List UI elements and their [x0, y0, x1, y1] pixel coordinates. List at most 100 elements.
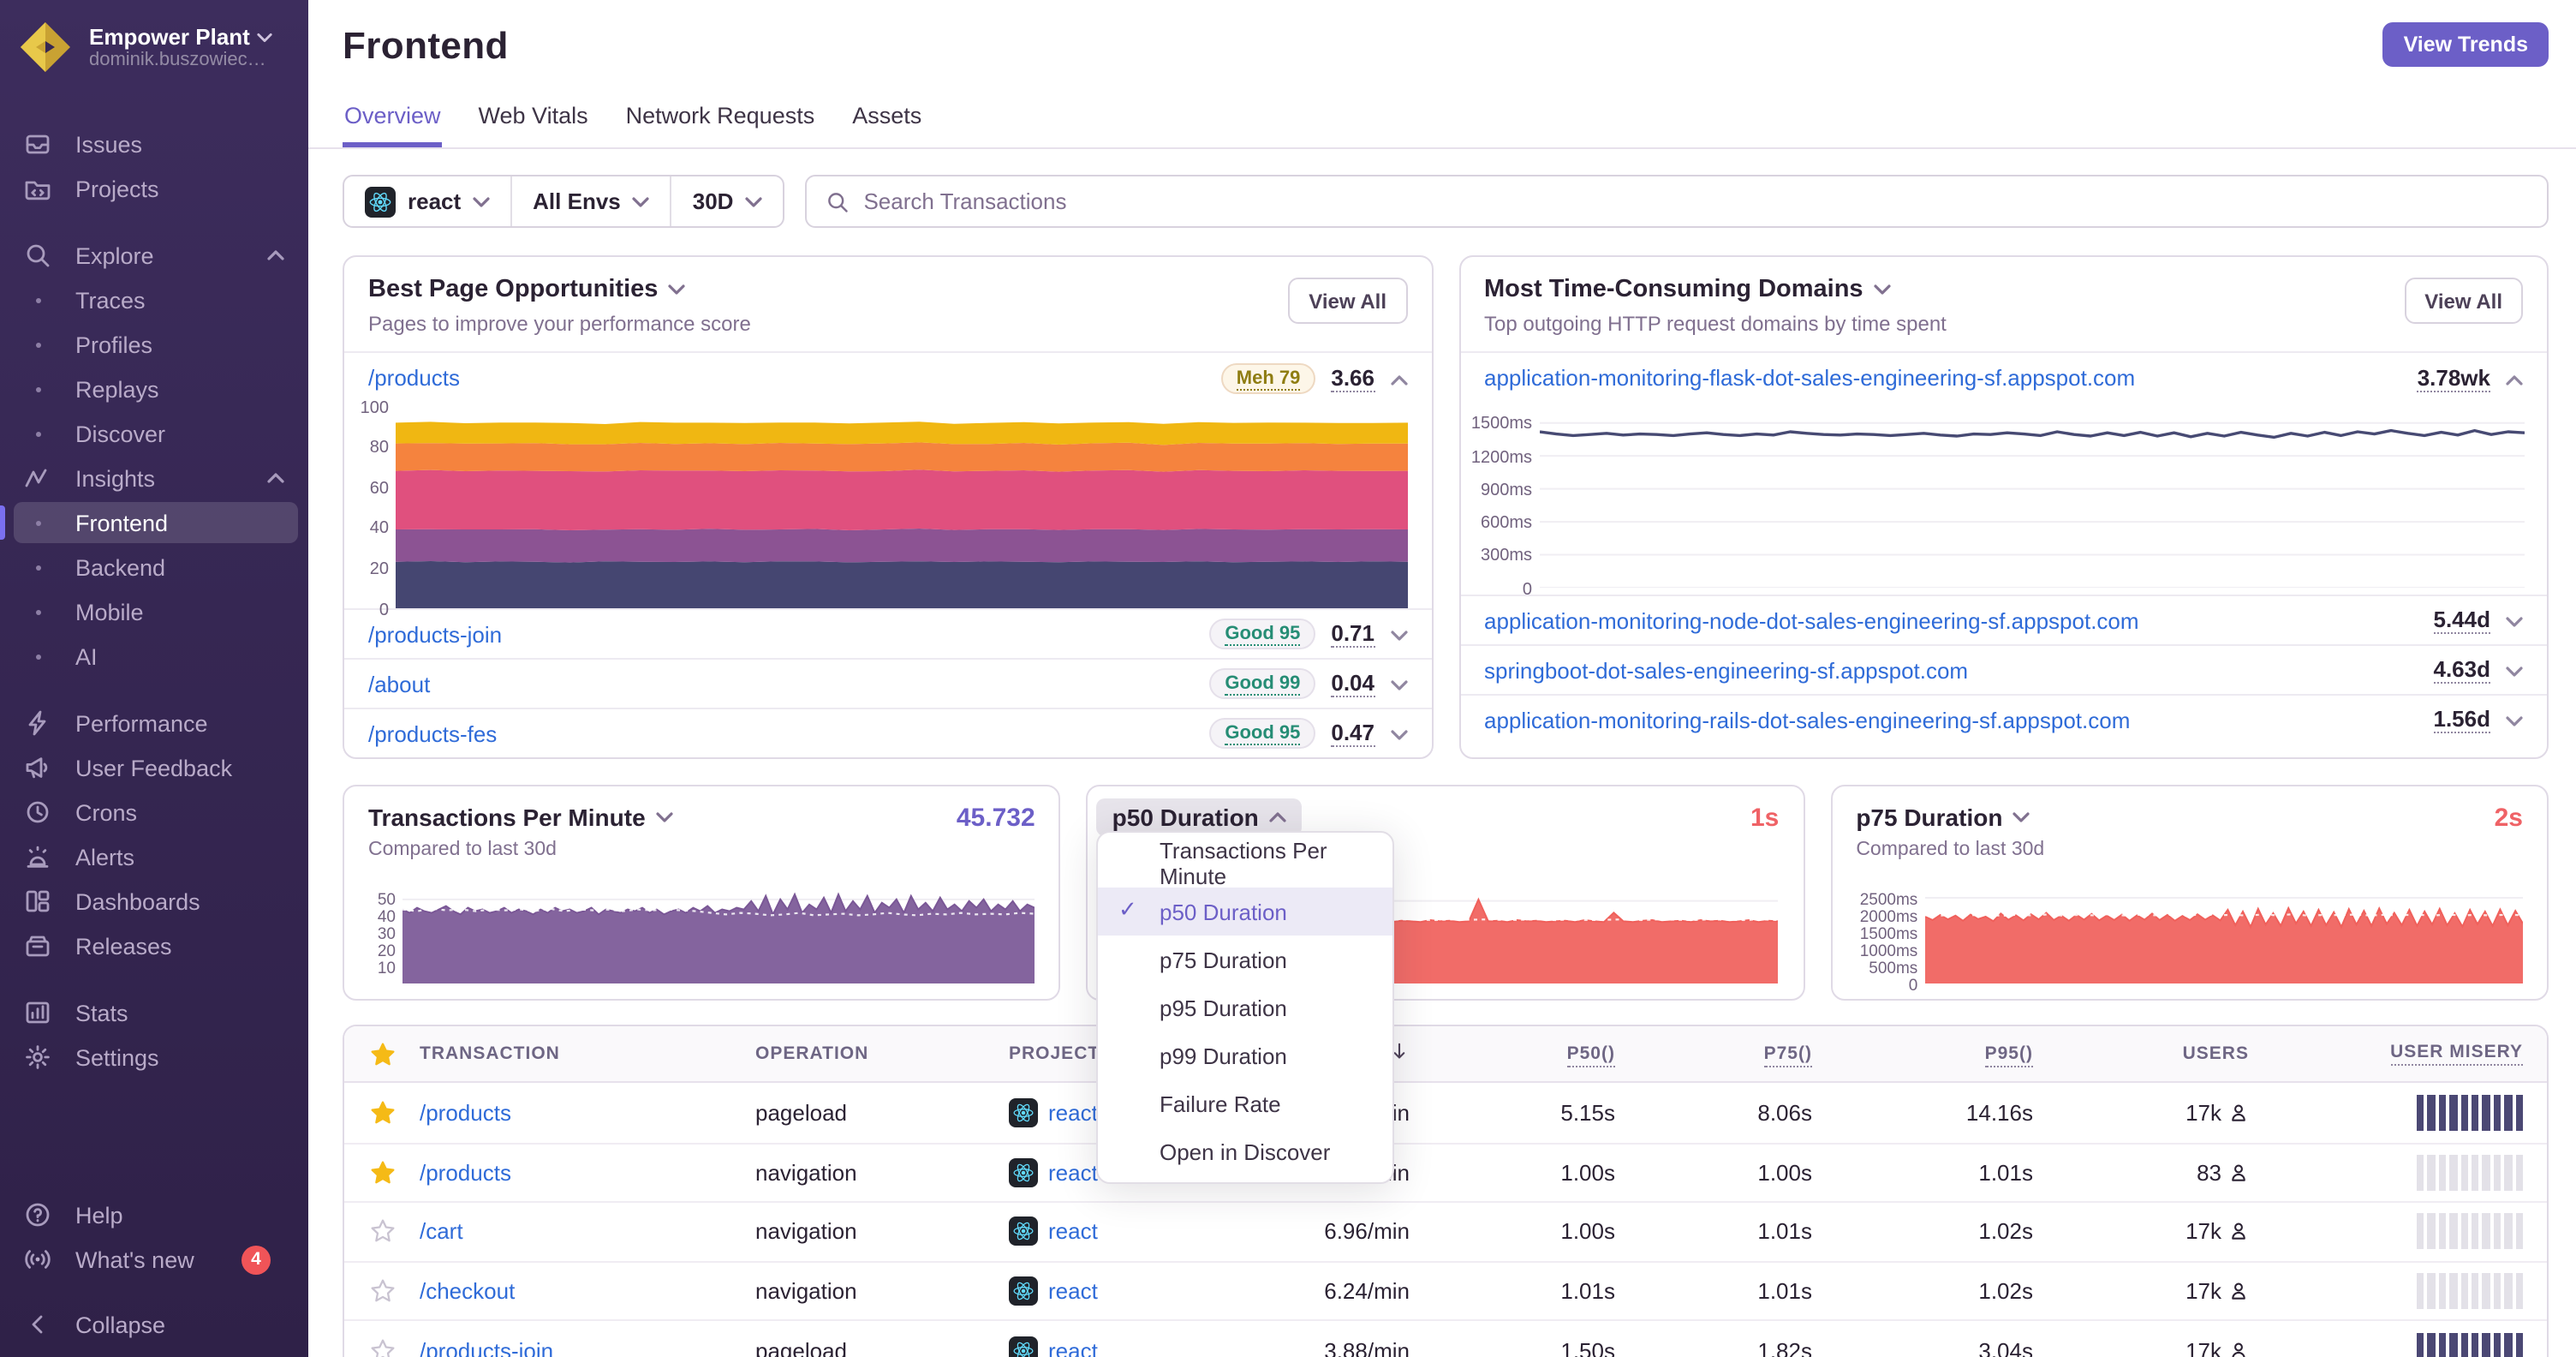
row-link[interactable]: /about	[368, 671, 1192, 696]
row-link[interactable]: /products-fes	[368, 720, 1192, 746]
sidebar-item-collapse[interactable]: Collapse	[0, 1302, 308, 1347]
column-header-users[interactable]: USERS	[2050, 1043, 2266, 1064]
chevron-up-icon	[267, 250, 284, 260]
sidebar-item-profiles[interactable]: Profiles	[0, 322, 308, 367]
project-link[interactable]: react	[1048, 1219, 1098, 1245]
org-logo	[17, 19, 74, 75]
sidebar-item-backend[interactable]: Backend	[0, 545, 308, 589]
transaction-link[interactable]: /products	[420, 1100, 511, 1126]
transaction-link[interactable]: /checkout	[420, 1278, 515, 1304]
tab-overview[interactable]: Overview	[343, 103, 443, 147]
page-row[interactable]: /products-fes Good 95 0.47	[344, 708, 1431, 757]
sidebar-item-replays[interactable]: Replays	[0, 367, 308, 411]
tab-assets[interactable]: Assets	[850, 103, 923, 147]
view-all-button[interactable]: View All	[2404, 278, 2523, 324]
column-header-operation[interactable]: OPERATION	[755, 1043, 1009, 1064]
sidebar-item-user-feedback[interactable]: User Feedback	[0, 745, 308, 790]
sidebar-item-stats[interactable]: Stats	[0, 990, 308, 1035]
domain-row-expanded[interactable]: application-monitoring-flask-dot-sales-e…	[1460, 353, 2547, 403]
domain-link[interactable]: application-monitoring-flask-dot-sales-e…	[1484, 365, 2400, 391]
star-icon[interactable]	[369, 1100, 395, 1126]
chevron-up-icon[interactable]	[2506, 362, 2523, 393]
p75-metric-selector[interactable]: p75 Duration	[1856, 804, 2030, 831]
sidebar-item-ai[interactable]: AI	[0, 634, 308, 678]
project-link[interactable]: react	[1048, 1337, 1098, 1357]
column-header-p95[interactable]: P95()	[1829, 1043, 2050, 1067]
sidebar-item-traces[interactable]: Traces	[0, 278, 308, 322]
domain-row[interactable]: application-monitoring-node-dot-sales-en…	[1460, 595, 2547, 644]
star-icon[interactable]	[369, 1041, 395, 1067]
chevron-down-icon[interactable]	[1390, 619, 1407, 649]
sidebar-item-alerts[interactable]: Alerts	[0, 834, 308, 879]
view-trends-button[interactable]: View Trends	[2382, 22, 2549, 67]
menu-item-p75-duration[interactable]: p75 Duration	[1098, 936, 1392, 983]
collapse-icon	[32, 1315, 43, 1334]
sidebar-item-releases[interactable]: Releases	[0, 924, 308, 968]
star-icon[interactable]	[369, 1160, 395, 1186]
menu-item-transactions-per-minute[interactable]: Transactions Per Minute	[1098, 838, 1392, 889]
panel-title[interactable]: Best Page Opportunities	[368, 276, 1407, 303]
tab-web-vitals[interactable]: Web Vitals	[477, 103, 590, 147]
chevron-down-icon[interactable]	[2506, 605, 2523, 636]
column-header-star[interactable]	[344, 1041, 420, 1067]
star-icon[interactable]	[369, 1278, 395, 1304]
page-row[interactable]: /about Good 99 0.04	[344, 658, 1431, 708]
sidebar-item-mobile[interactable]: Mobile	[0, 589, 308, 634]
project-filter[interactable]: react	[344, 176, 510, 226]
env-filter[interactable]: All Envs	[510, 176, 671, 226]
sidebar-item-help[interactable]: Help	[0, 1193, 308, 1237]
domain-row[interactable]: springboot-dot-sales-engineering-sf.apps…	[1460, 644, 2547, 694]
sidebar-item-performance[interactable]: Performance	[0, 701, 308, 745]
domain-time-chart: 0 300ms 600ms 900ms 1200ms 1500ms	[1460, 415, 2524, 599]
tab-network-requests[interactable]: Network Requests	[624, 103, 817, 147]
page-link[interactable]: /products	[368, 365, 1204, 391]
row-link[interactable]: /products-join	[368, 621, 1192, 647]
sidebar-item-dashboards[interactable]: Dashboards	[0, 879, 308, 924]
chevron-up-icon[interactable]	[1390, 362, 1407, 393]
menu-item-open-in-discover[interactable]: Open in Discover	[1098, 1127, 1392, 1175]
star-icon[interactable]	[369, 1219, 395, 1245]
project-link[interactable]: react	[1048, 1160, 1098, 1186]
star-icon[interactable]	[369, 1337, 395, 1357]
sidebar-item-issues[interactable]: Issues	[0, 122, 308, 166]
sidebar-item-insights[interactable]: Insights	[0, 456, 308, 500]
menu-item-p99-duration[interactable]: p99 Duration	[1098, 1031, 1392, 1079]
sidebar-item-what-s-new[interactable]: What's new 4	[0, 1237, 308, 1282]
project-link[interactable]: react	[1048, 1100, 1098, 1126]
menu-item-failure-rate[interactable]: Failure Rate	[1098, 1079, 1392, 1127]
column-header-transaction[interactable]: TRANSACTION	[420, 1043, 755, 1064]
panel-title[interactable]: Most Time-Consuming Domains	[1484, 276, 2523, 303]
sidebar-item-crons[interactable]: Crons	[0, 790, 308, 834]
transaction-link[interactable]: /products-join	[420, 1337, 553, 1357]
page-row[interactable]: /products-join Good 95 0.71	[344, 608, 1431, 658]
sidebar-item-settings[interactable]: Settings	[0, 1035, 308, 1079]
tpm-metric-selector[interactable]: Transactions Per Minute	[368, 804, 673, 831]
row-link[interactable]: application-monitoring-rails-dot-sales-e…	[1484, 707, 2417, 732]
sidebar-item-discover[interactable]: Discover	[0, 411, 308, 456]
view-all-button[interactable]: View All	[1288, 278, 1407, 324]
menu-item-p95-duration[interactable]: p95 Duration	[1098, 983, 1392, 1031]
column-header-p75[interactable]: P75()	[1632, 1043, 1829, 1067]
chevron-down-icon[interactable]	[1390, 668, 1407, 699]
domain-row[interactable]: application-monitoring-rails-dot-sales-e…	[1460, 694, 2547, 744]
row-link[interactable]: springboot-dot-sales-engineering-sf.apps…	[1484, 657, 2417, 683]
transaction-link[interactable]: /products	[420, 1160, 511, 1186]
org-switcher[interactable]: Empower Plant dominik.buszowiec…	[0, 0, 308, 99]
chevron-down-icon[interactable]	[1390, 718, 1407, 749]
chevron-down-icon[interactable]	[2506, 655, 2523, 685]
sidebar-item-projects[interactable]: Projects	[0, 166, 308, 211]
search-input[interactable]	[863, 188, 2528, 214]
transaction-link[interactable]: /cart	[420, 1219, 463, 1245]
column-header-misery[interactable]: USER MISERY	[2266, 1042, 2547, 1066]
column-header-p50[interactable]: P50()	[1427, 1043, 1632, 1067]
row-link[interactable]: application-monitoring-node-dot-sales-en…	[1484, 607, 2417, 633]
chevron-down-icon[interactable]	[2506, 704, 2523, 735]
sidebar-item-frontend[interactable]: Frontend	[0, 500, 308, 545]
project-link[interactable]: react	[1048, 1278, 1098, 1304]
user-misery-bars	[2266, 1154, 2547, 1191]
sidebar-item-explore[interactable]: Explore	[0, 233, 308, 278]
date-range-filter[interactable]: 30D	[670, 176, 784, 226]
page-row-expanded[interactable]: /products Meh 79 3.66	[344, 353, 1431, 403]
chevron-down-icon	[668, 284, 686, 295]
menu-item-p50-duration[interactable]: ✓ p50 Duration	[1098, 888, 1392, 936]
